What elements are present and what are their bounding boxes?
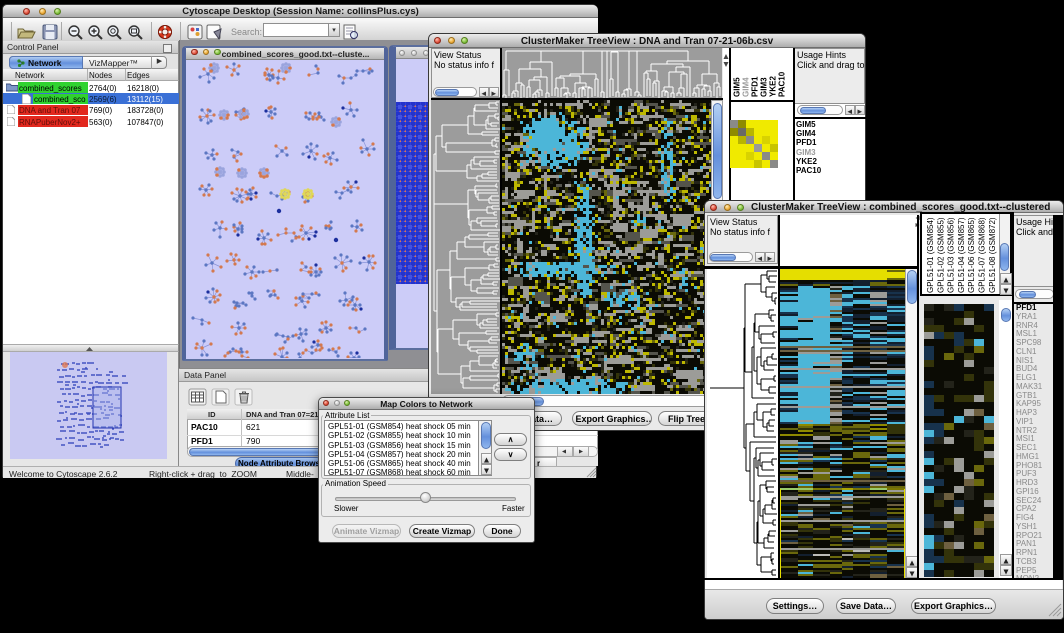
svg-text:GPL51-03 (GSM856): GPL51-03 (GSM856)	[947, 217, 956, 293]
svg-text:GPL51-07 (GSM868): GPL51-07 (GSM868)	[978, 217, 987, 293]
svg-text:GPL51-06 (GSM865): GPL51-06 (GSM865)	[967, 217, 976, 293]
svg-text:GPL51-08 (GSM872): GPL51-08 (GSM872)	[988, 217, 997, 293]
svg-text:GPL51-04 (GSM857): GPL51-04 (GSM857)	[957, 217, 966, 293]
svg-text:PAC10: PAC10	[778, 71, 787, 97]
svg-text:PFD1: PFD1	[751, 76, 760, 97]
svg-text:GPL51-01 (GSM854): GPL51-01 (GSM854)	[926, 217, 935, 293]
svg-text:GIM5: GIM5	[733, 77, 742, 97]
svg-text:GPL51-02 (GSM855): GPL51-02 (GSM855)	[936, 217, 945, 293]
svg-text:YKE2: YKE2	[769, 76, 778, 97]
svg-text:GIM3: GIM3	[760, 77, 769, 97]
svg-text:GIM4: GIM4	[742, 77, 751, 97]
